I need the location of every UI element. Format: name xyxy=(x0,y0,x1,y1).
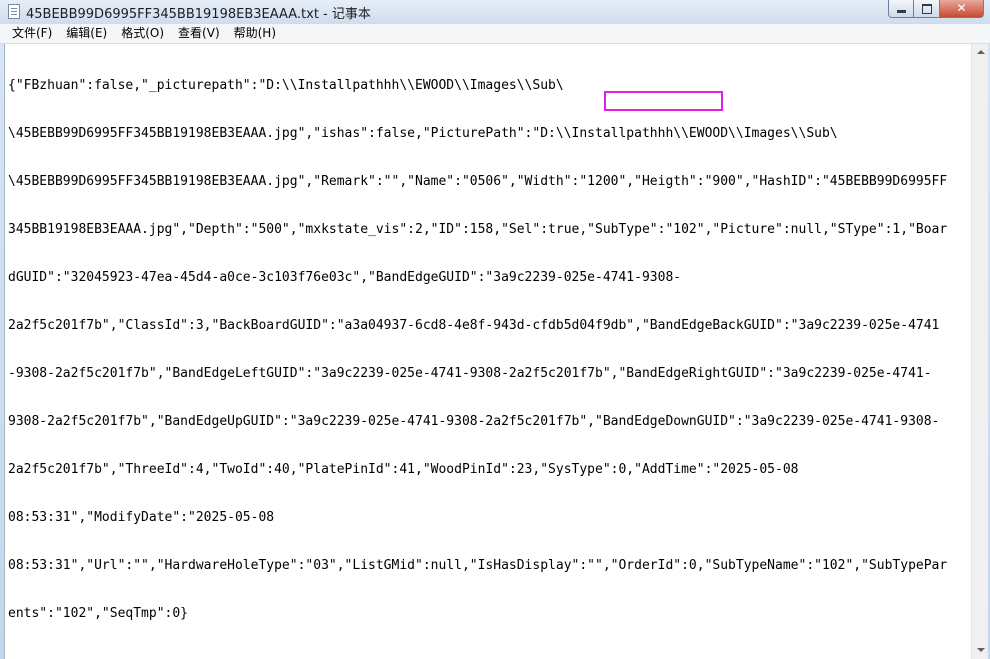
text-line: 08:53:31","ModifyDate":"2025-05-08 xyxy=(8,510,275,525)
document-text[interactable]: {"FBzhuan":false,"_picturepath":"D:\\Ins… xyxy=(8,46,971,656)
text-line: 9308-2a2f5c201f7b","BandEdgeUpGUID":"3a9… xyxy=(8,414,940,429)
text-line: ents":"102","SeqTmp":0} xyxy=(8,606,189,621)
close-button[interactable]: ✕ xyxy=(940,0,984,18)
text-line: 08:53:31","Url":"","HardwareHoleType":"0… xyxy=(8,558,948,573)
scroll-up-icon[interactable] xyxy=(973,44,988,61)
menu-edit[interactable]: 编辑(E) xyxy=(59,24,114,43)
menu-view[interactable]: 查看(V) xyxy=(171,24,227,43)
notepad-icon[interactable] xyxy=(8,4,20,19)
text-line: \45BEBB99D6995FF345BB19198EB3EAAA.jpg","… xyxy=(8,174,948,189)
text-line: {"FBzhuan":false,"_picturepath":"D:\\Ins… xyxy=(8,78,564,93)
text-editor[interactable]: {"FBzhuan":false,"_picturepath":"D:\\Ins… xyxy=(4,44,988,659)
caption-buttons: ✕ xyxy=(888,0,984,18)
text-line: 2a2f5c201f7b","ThreeId":4,"TwoId":40,"Pl… xyxy=(8,462,799,477)
menu-file[interactable]: 文件(F) xyxy=(5,24,59,43)
vertical-scrollbar[interactable] xyxy=(971,44,988,659)
text-line: 345BB19198EB3EAAA.jpg","Depth":"500","mx… xyxy=(8,222,948,237)
text-line: \45BEBB99D6995FF345BB19198EB3EAAA.jpg","… xyxy=(8,126,838,141)
menu-format[interactable]: 格式(O) xyxy=(114,24,171,43)
title-bar[interactable]: 45BEBB99D6995FF345BB19198EB3EAAA.txt - 记… xyxy=(0,0,990,24)
maximize-button[interactable] xyxy=(914,0,940,18)
menu-help[interactable]: 帮助(H) xyxy=(227,24,283,43)
notepad-window: 45BEBB99D6995FF345BB19198EB3EAAA.txt - 记… xyxy=(0,0,990,659)
close-icon: ✕ xyxy=(956,1,967,15)
text-line: 2a2f5c201f7b","ClassId":3,"BackBoardGUID… xyxy=(8,318,940,333)
text-line: dGUID":"32045923-47ea-45d4-a0ce-3c103f76… xyxy=(8,270,682,285)
menu-bar: 文件(F) 编辑(E) 格式(O) 查看(V) 帮助(H) xyxy=(0,24,990,44)
text-line: -9308-2a2f5c201f7b","BandEdgeLeftGUID":"… xyxy=(8,366,932,381)
window-title: 45BEBB99D6995FF345BB19198EB3EAAA.txt - 记… xyxy=(26,7,371,22)
minimize-button[interactable] xyxy=(888,0,914,18)
scroll-down-icon[interactable] xyxy=(973,642,988,659)
